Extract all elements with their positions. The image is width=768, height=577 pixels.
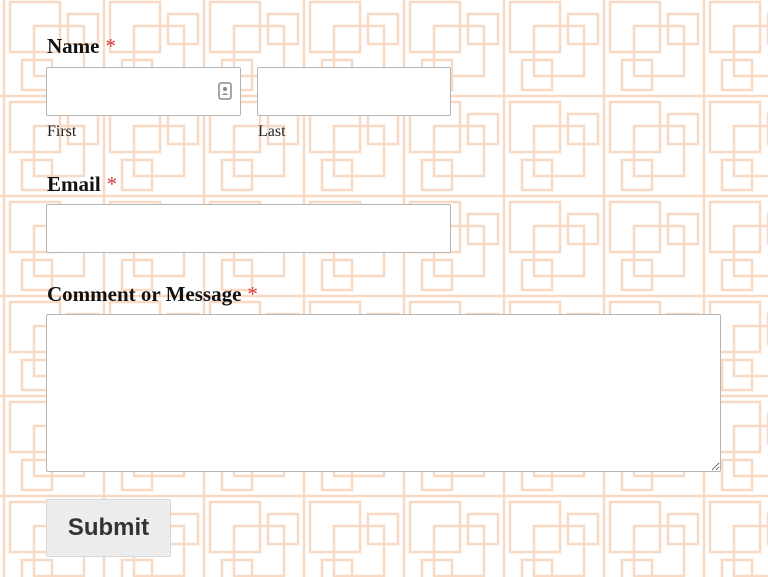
email-label: Email * [47, 174, 117, 195]
message-textarea[interactable] [46, 314, 721, 472]
message-label: Comment or Message * [47, 284, 258, 305]
first-name-input[interactable] [46, 67, 241, 116]
first-name-sublabel: First [47, 123, 77, 140]
email-label-text: Email [47, 172, 101, 196]
message-label-text: Comment or Message [47, 282, 242, 306]
last-name-input[interactable] [257, 67, 451, 116]
name-label-text: Name [47, 34, 100, 58]
submit-button[interactable]: Submit [46, 499, 171, 557]
name-required-mark: * [105, 34, 116, 58]
name-label: Name * [47, 36, 116, 57]
last-name-sublabel: Last [258, 123, 286, 140]
message-required-mark: * [247, 282, 258, 306]
email-input[interactable] [46, 204, 451, 253]
contact-form: Name * First Last Email * Comment or Messa… [0, 0, 768, 577]
email-required-mark: * [106, 172, 118, 196]
contact-card-icon[interactable] [218, 82, 232, 100]
